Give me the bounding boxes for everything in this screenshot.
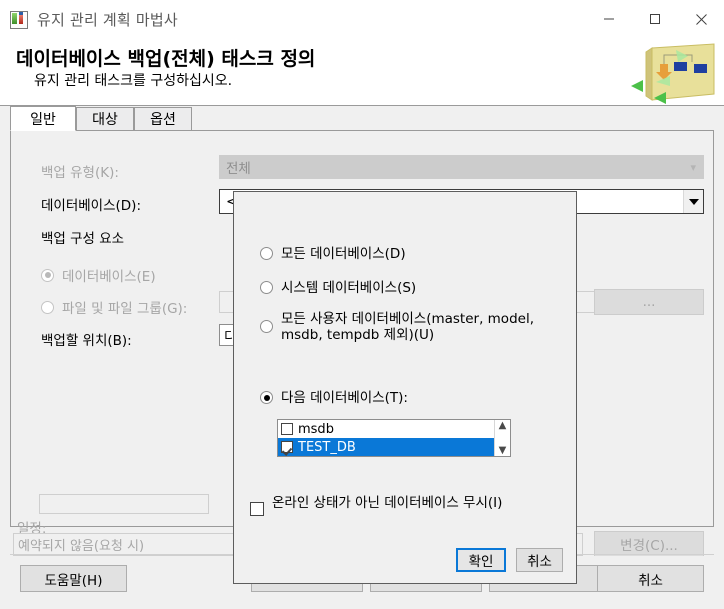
backup-location-label: 백업할 위치(B):: [41, 333, 132, 349]
radio-icon: [260, 391, 273, 404]
change-schedule-label: 변경(C)...: [620, 538, 678, 554]
tab-options-label: 옵션: [150, 112, 176, 128]
database-combo-dropdown-button[interactable]: [683, 190, 703, 213]
window-controls: [586, 0, 724, 38]
maximize-icon: [650, 14, 660, 24]
list-item-label: TEST_DB: [298, 439, 356, 455]
checkbox-icon[interactable]: [281, 441, 293, 453]
scroll-down-icon[interactable]: ▼: [499, 446, 507, 456]
schedule-upper-box: [39, 494, 209, 514]
tab-strip: 일반 대상 옵션: [10, 106, 714, 131]
radio-icon: [260, 320, 273, 333]
option-these-databases-label: 다음 데이터베이스(T):: [281, 390, 408, 406]
maintenance-plan-illustration: [631, 43, 715, 104]
backup-component-label: 백업 구성 요소: [41, 231, 125, 247]
browse-button[interactable]: ...: [594, 289, 704, 315]
radio-icon: [260, 247, 273, 260]
tab-target[interactable]: 대상: [76, 107, 134, 131]
maintenance-plan-icon: [10, 10, 28, 29]
backup-type-combo: 전체 ▾: [219, 155, 704, 179]
popup-ok-button[interactable]: 확인: [456, 548, 506, 572]
close-button[interactable]: [678, 0, 724, 38]
scroll-up-icon[interactable]: ▲: [499, 421, 507, 431]
maximize-button[interactable]: [632, 0, 678, 38]
radio-icon: [260, 281, 273, 294]
popup-cancel-label: 취소: [527, 554, 552, 570]
chevron-down-icon: ▾: [690, 160, 696, 174]
schedule-value: 예약되지 않음(요청 시): [18, 539, 145, 554]
header-banner: 데이터베이스 백업(전체) 태스크 정의 유지 관리 태스크를 구성하십시오.: [0, 38, 724, 106]
database-label: 데이터베이스(D):: [41, 198, 141, 214]
database-list-scrollbar[interactable]: ▲ ▼: [494, 420, 510, 456]
cancel-button-label: 취소: [638, 572, 663, 589]
list-item[interactable]: TEST_DB: [278, 438, 494, 456]
radio-files-filegroups[interactable]: 파일 및 파일 그룹(G):: [41, 297, 187, 317]
radio-backup-database-label: 데이터베이스(E): [62, 269, 156, 285]
database-list[interactable]: msdb TEST_DB ▲ ▼: [277, 419, 511, 457]
option-all-databases-label: 모든 데이터베이스(D): [281, 246, 406, 262]
radio-icon: [41, 268, 54, 282]
checkbox-icon[interactable]: [250, 502, 264, 516]
minimize-icon: [604, 18, 614, 20]
title-bar: 유지 관리 계획 마법사: [0, 0, 724, 38]
list-item-label: msdb: [298, 421, 334, 437]
backup-type-label: 백업 유형(K):: [41, 165, 119, 181]
option-all-user-databases[interactable]: 모든 사용자 데이터베이스(master, model, msdb, tempd…: [260, 311, 550, 343]
radio-icon: [41, 300, 54, 314]
option-system-databases[interactable]: 시스템 데이터베이스(S): [260, 280, 560, 296]
window-title: 유지 관리 계획 마법사: [37, 10, 178, 29]
minimize-button[interactable]: [586, 0, 632, 38]
tab-general-label: 일반: [30, 111, 56, 128]
help-button-label: 도움말(H): [44, 572, 103, 589]
database-list-items: msdb TEST_DB: [278, 420, 494, 456]
page-title: 데이터베이스 백업(전체) 태스크 정의: [16, 48, 316, 70]
option-all-databases[interactable]: 모든 데이터베이스(D): [260, 246, 560, 262]
page-subtitle: 유지 관리 태스크를 구성하십시오.: [34, 73, 233, 89]
triangle-down-icon: [688, 198, 699, 205]
option-these-databases[interactable]: 다음 데이터베이스(T):: [260, 390, 560, 406]
radio-backup-database[interactable]: 데이터베이스(E): [41, 265, 156, 285]
cancel-button[interactable]: 취소: [597, 565, 704, 592]
popup-cancel-button[interactable]: 취소: [516, 548, 563, 572]
tab-general[interactable]: 일반: [10, 106, 76, 131]
backup-type-value: 전체: [226, 161, 251, 177]
close-icon: [695, 13, 707, 25]
option-all-user-databases-label: 모든 사용자 데이터베이스(master, model, msdb, tempd…: [281, 311, 534, 343]
tab-options[interactable]: 옵션: [134, 107, 192, 131]
list-item[interactable]: msdb: [278, 420, 494, 438]
browse-button-label: ...: [642, 294, 656, 310]
ignore-offline-label: 온라인 상태가 아닌 데이터베이스 무시(I): [272, 495, 503, 511]
database-selection-popup: 모든 데이터베이스(D) 시스템 데이터베이스(S) 모든 사용자 데이터베이스…: [233, 191, 577, 584]
help-button[interactable]: 도움말(H): [20, 565, 127, 592]
ignore-offline-row[interactable]: 온라인 상태가 아닌 데이터베이스 무시(I): [250, 495, 560, 516]
option-system-databases-label: 시스템 데이터베이스(S): [281, 280, 417, 296]
tab-target-label: 대상: [92, 112, 118, 128]
radio-files-filegroups-label: 파일 및 파일 그룹(G):: [62, 301, 188, 317]
popup-ok-label: 확인: [468, 554, 494, 570]
checkbox-icon[interactable]: [281, 423, 293, 435]
